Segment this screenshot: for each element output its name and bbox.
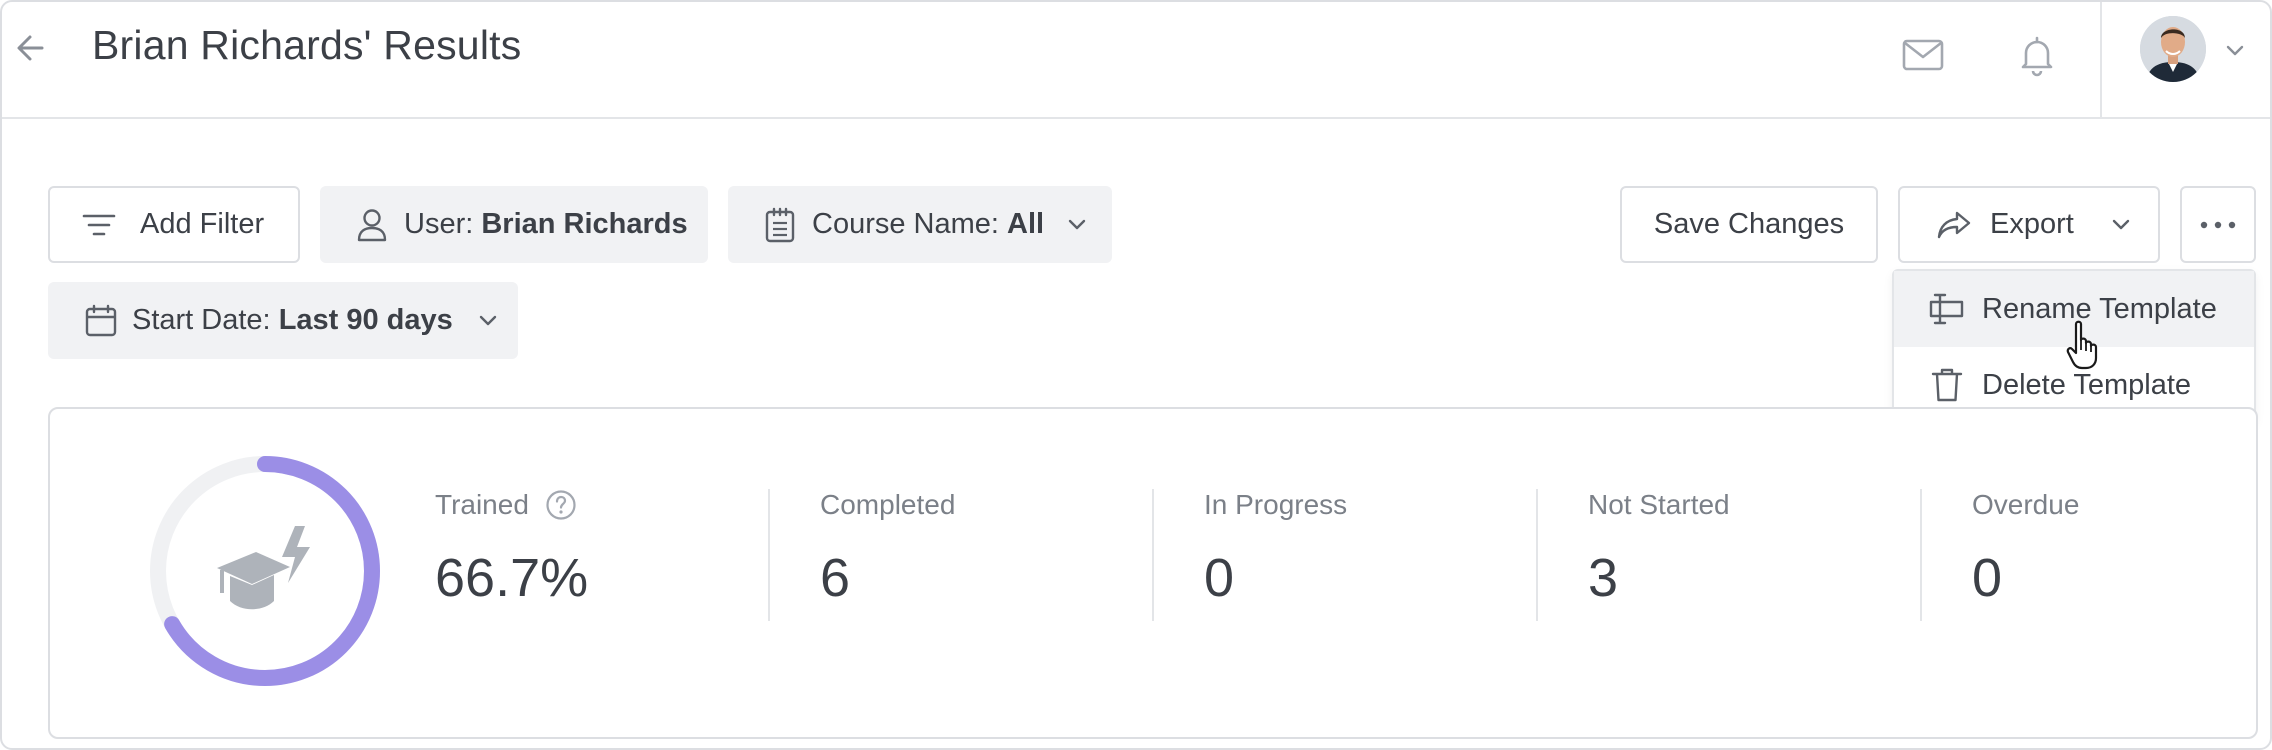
filter-lines-icon — [82, 214, 116, 235]
trained-progress-ring — [150, 456, 380, 686]
stat-divider — [1152, 489, 1154, 621]
stat-completed-value: 6 — [820, 548, 851, 608]
notebook-icon — [765, 207, 795, 242]
stat-trained: Trained 66.7% — [435, 489, 588, 609]
user-filter-label: User: — [404, 208, 474, 240]
course-filter-value: All — [1007, 208, 1045, 240]
user-icon — [357, 208, 387, 241]
course-filter-text: Course Name: All — [812, 208, 1044, 241]
share-arrow-icon — [1937, 211, 1971, 238]
back-arrow-icon[interactable] — [12, 28, 52, 68]
header-divider — [2100, 2, 2102, 119]
help-icon[interactable] — [545, 489, 577, 521]
more-options-button[interactable] — [2180, 186, 2256, 263]
chevron-down-icon — [1068, 219, 1086, 229]
calendar-icon — [85, 304, 117, 336]
user-menu[interactable] — [2140, 16, 2250, 86]
stat-completed: Completed 6 — [820, 489, 955, 609]
stat-divider — [1536, 489, 1538, 621]
stat-in-progress-value: 0 — [1204, 548, 1235, 608]
stat-overdue: Overdue 0 — [1972, 489, 2079, 609]
stat-not-started: Not Started 3 — [1588, 489, 1730, 609]
stat-in-progress-label: In Progress — [1204, 489, 1348, 520]
export-button[interactable]: Export — [1898, 186, 2160, 263]
stat-not-started-label: Not Started — [1588, 489, 1730, 520]
add-filter-label: Add Filter — [140, 208, 265, 240]
course-filter-pill[interactable]: Course Name: All — [728, 186, 1112, 263]
save-changes-label: Save Changes — [1653, 208, 1845, 240]
bell-icon[interactable] — [2014, 32, 2060, 78]
stat-overdue-value: 0 — [1972, 548, 2003, 608]
user-filter-pill[interactable]: User: Brian Richards — [320, 186, 708, 263]
export-label: Export — [1990, 208, 2074, 240]
app-window: Brian Richards' Results Add Filter User:… — [0, 0, 2272, 750]
stat-trained-value: 66.7% — [435, 548, 589, 608]
start-date-filter-text: Start Date: Last 90 days — [132, 304, 453, 337]
stat-trained-label: Trained — [435, 489, 529, 520]
stat-not-started-value: 3 — [1588, 548, 1619, 608]
page-title: Brian Richards' Results — [92, 22, 522, 68]
start-date-filter-label: Start Date: — [132, 304, 271, 336]
start-date-filter-value: Last 90 days — [278, 304, 453, 336]
chevron-down-icon — [2112, 219, 2130, 229]
stat-trained-label-row: Trained — [435, 489, 588, 521]
stats-card: Trained 66.7% Completed 6 In Progress 0 … — [48, 407, 2258, 739]
graduation-cap-icon — [217, 526, 310, 610]
user-filter-text: User: Brian Richards — [404, 208, 688, 241]
user-filter-value: Brian Richards — [481, 208, 688, 240]
more-options-menu: Rename Template Delete Template — [1892, 269, 2256, 423]
trash-icon — [1931, 368, 1963, 402]
stat-overdue-label: Overdue — [1972, 489, 2080, 520]
chevron-down-icon — [479, 315, 496, 325]
rename-template-label: Rename Template — [1982, 292, 2217, 325]
stat-divider — [1920, 489, 1922, 621]
rename-template-menu-item[interactable]: Rename Template — [1894, 271, 2254, 347]
start-date-filter-pill[interactable]: Start Date: Last 90 days — [48, 282, 518, 359]
stat-in-progress: In Progress 0 — [1204, 489, 1347, 609]
stat-completed-label: Completed — [820, 489, 956, 520]
save-changes-button[interactable]: Save Changes — [1620, 186, 1878, 263]
more-dots-icon — [2200, 221, 2236, 228]
delete-template-label: Delete Template — [1982, 368, 2192, 401]
rename-icon — [1929, 293, 1964, 325]
mail-icon[interactable] — [1900, 32, 1946, 78]
stat-divider — [768, 489, 770, 621]
page-header: Brian Richards' Results — [2, 2, 2270, 119]
course-filter-label: Course Name: — [812, 208, 999, 240]
add-filter-button[interactable]: Add Filter — [48, 186, 300, 263]
avatar[interactable] — [2140, 16, 2206, 82]
chevron-down-icon[interactable] — [2222, 38, 2248, 64]
